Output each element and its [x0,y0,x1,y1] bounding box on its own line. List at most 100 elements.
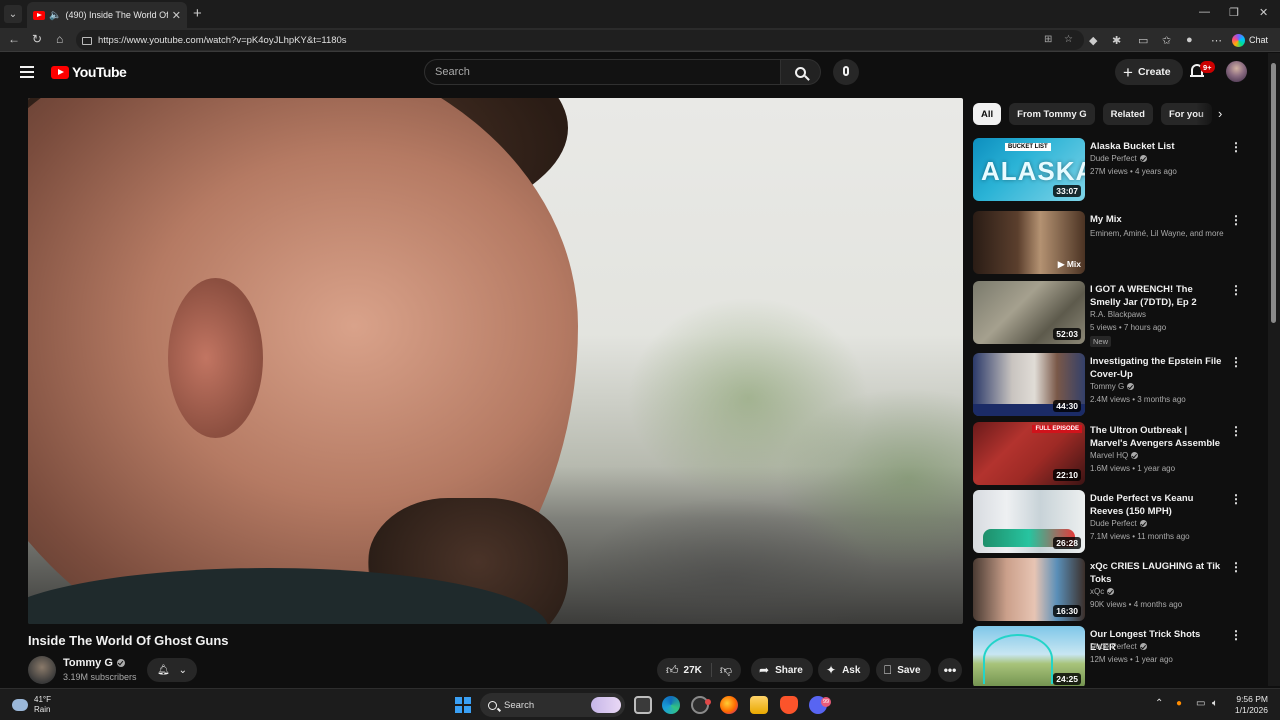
dislike-button[interactable]: 👎︎ [712,663,740,678]
recommendation-item[interactable]: 44:30 Investigating the Epstein File Cov… [973,353,1253,417]
account-avatar[interactable] [1226,61,1247,82]
browser-tab[interactable]: 🔈 (490) Inside The World Of Ghost Guns ✕ [27,2,187,28]
clock-app-icon[interactable] [691,696,711,714]
show-hidden-icons-icon[interactable]: ⌃ [1155,698,1163,709]
search-button[interactable] [781,59,821,85]
recommendation-title[interactable]: Alaska Bucket List [1090,140,1225,153]
edge-browser-icon[interactable] [662,696,680,714]
tab-actions-icon[interactable]: ⌄ [4,5,22,23]
app-available-icon[interactable]: ⊞ [1044,34,1052,45]
kebab-menu-icon[interactable]: ⋮ [1230,424,1242,438]
recommendation-item[interactable]: BUCKET LIST ALASKA 33:07 Alaska Bucket L… [973,138,1253,202]
extension-icon[interactable]: ◆ [1089,34,1097,47]
duration-badge: 24:25 [1053,673,1081,685]
favorite-star-icon[interactable]: ☆ [1064,34,1073,45]
chevron-right-icon[interactable]: › [1218,106,1222,121]
kebab-menu-icon[interactable]: ⋮ [1230,628,1242,642]
favorites-icon[interactable]: ✩ [1162,34,1171,47]
channel-name[interactable]: Tommy G [63,657,113,669]
firefox-icon[interactable] [720,696,738,714]
back-icon[interactable]: ← [8,32,20,46]
video-thumbnail[interactable]: 44:30 [973,353,1085,416]
recommendation-item[interactable]: 26:28 Dude Perfect vs Keanu Reeves (150 … [973,490,1253,554]
start-windows-icon[interactable] [455,697,471,713]
settings-more-icon[interactable]: ⋯ [1211,34,1222,47]
microphone-tray-icon[interactable]: ● [1176,698,1182,709]
weather-widget[interactable]: 41°F Rain [12,695,51,715]
video-thumbnail[interactable]: ▶ Mix [973,211,1085,274]
video-thumbnail[interactable]: FULL EPISODE 22:10 [973,422,1085,485]
youtube-header: YouTube Search + Create 9+ [0,53,1268,93]
like-button[interactable]: 👍︎ 27K [657,663,712,677]
home-icon[interactable]: ⌂ [56,32,63,46]
network-icon[interactable]: ▭ [1196,698,1205,709]
more-actions-button[interactable]: ••• [938,658,962,682]
speaker-icon[interactable]: 🔈 [49,10,61,21]
share-arrow-icon: ➦ [759,663,770,677]
recommendation-item[interactable]: 24:25 Our Longest Trick Shots EVER Dude … [973,626,1253,686]
video-thumbnail[interactable]: 16:30 [973,558,1085,621]
video-thumbnail[interactable]: 24:25 [973,626,1085,686]
video-player[interactable] [28,98,963,624]
duration-badge: 22:10 [1053,469,1081,481]
recommendation-title[interactable]: xQc CRIES LAUGHING at Tik Toks [1090,560,1225,586]
kebab-menu-icon[interactable]: ⋮ [1230,355,1242,369]
subscription-bell-button[interactable]: 🔔︎ ⌄ [147,658,197,682]
search-input[interactable]: Search [424,59,781,85]
minimize-button[interactable]: — [1199,6,1210,18]
kebab-menu-icon[interactable]: ⋮ [1230,492,1242,506]
duration-badge: 52:03 [1053,328,1081,340]
recommendation-item[interactable]: ▶ Mix My Mix Eminem, Aminé, Lil Wayne, a… [973,211,1253,275]
split-screen-icon[interactable]: ▭ [1138,34,1148,47]
kebab-menu-icon[interactable]: ⋮ [1230,283,1242,297]
recommendation-channel: xQc [1090,587,1105,596]
brave-browser-icon[interactable] [780,696,798,714]
kebab-menu-icon[interactable]: ⋮ [1230,140,1242,154]
menu-icon[interactable] [20,66,34,78]
task-view-icon[interactable] [634,696,652,714]
recommendation-title[interactable]: The Ultron Outbreak | Marvel's Avengers … [1090,424,1225,450]
recommendation-title[interactable]: I GOT A WRENCH! The Smelly Jar (7DTD), E… [1090,283,1225,309]
youtube-logo[interactable]: YouTube [51,64,127,80]
video-thumbnail[interactable]: 52:03 [973,281,1085,344]
recommendation-item[interactable]: 52:03 I GOT A WRENCH! The Smelly Jar (7D… [973,281,1253,347]
recommendation-item[interactable]: FULL EPISODE 22:10 The Ultron Outbreak |… [973,422,1253,486]
ask-button[interactable]: ✦ Ask [818,658,871,682]
recommendation-title[interactable]: Investigating the Epstein File Cover-Up [1090,355,1225,381]
channel-name-row[interactable]: Tommy G [63,657,125,669]
url-field[interactable]: https://www.youtube.com/watch?v=pK4oyJLh… [76,30,1084,50]
recommendation-title[interactable]: Dude Perfect vs Keanu Reeves (150 MPH) [1090,492,1225,518]
discord-icon[interactable]: 99 [809,696,831,714]
copilot-chat-button[interactable]: Chat [1232,32,1268,48]
taskbar-search[interactable]: Search [480,693,625,717]
close-window-button[interactable]: ✕ [1259,6,1268,19]
restore-button[interactable]: ❐ [1229,6,1239,19]
reload-icon[interactable]: ↻ [32,32,42,46]
tab-close-icon[interactable]: ✕ [172,9,181,22]
recommendation-item[interactable]: 16:30 xQc CRIES LAUGHING at Tik Toks xQc… [973,558,1253,622]
create-button[interactable]: + Create [1115,59,1183,85]
file-explorer-icon[interactable] [750,696,768,714]
channel-avatar[interactable] [28,656,56,684]
chip-related[interactable]: Related [1102,103,1153,125]
kebab-menu-icon[interactable]: ⋮ [1230,213,1242,227]
chip-from-channel[interactable]: From Tommy G [1009,103,1095,125]
video-thumbnail[interactable]: 26:28 [973,490,1085,553]
save-button[interactable]: ⎕ Save [876,658,931,682]
recommendation-title[interactable]: My Mix [1090,213,1225,226]
page-scrollbar[interactable] [1268,53,1280,686]
verified-check-icon [116,659,125,667]
kebab-menu-icon[interactable]: ⋮ [1230,560,1242,574]
scrollbar-thumb[interactable] [1271,63,1276,323]
extensions-puzzle-icon[interactable]: ✱ [1112,34,1121,47]
volume-icon[interactable]: 🔈︎ [1212,698,1218,709]
voice-search-button[interactable] [833,59,859,85]
share-button[interactable]: ➦ Share [751,658,813,682]
video-thumbnail[interactable]: BUCKET LIST ALASKA 33:07 [973,138,1085,201]
system-clock[interactable]: 9:56 PM 1/1/2026 [1228,694,1268,716]
recommendation-channel: Dude Perfect [1090,642,1137,651]
share-label: Share [775,664,803,676]
profile-icon[interactable]: ● [1186,34,1193,46]
new-tab-button[interactable]: + [193,5,202,22]
chip-all[interactable]: All [973,103,1002,125]
